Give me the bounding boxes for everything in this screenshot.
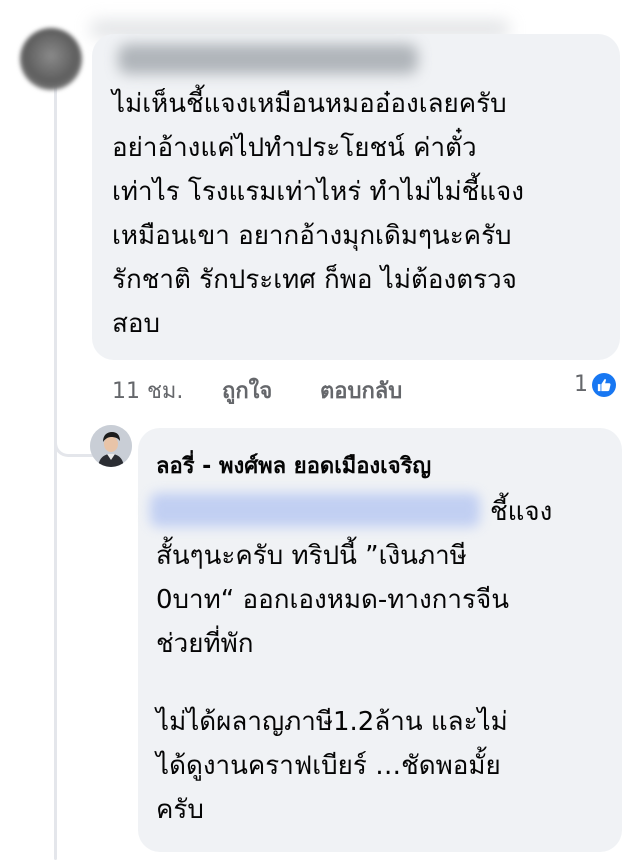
replier-avatar[interactable] (90, 425, 132, 467)
commenter-avatar[interactable] (20, 28, 82, 90)
comment-line: รักชาติ รักประเทศ ก็พอ ไม่ต้องตรวจ (112, 265, 517, 295)
comment-line: เท่าไร โรงแรมเท่าไหร่ ทำไม่ไม่ชี้แจง (112, 177, 524, 207)
reaction-count: 1 (574, 372, 588, 397)
reply-thread-connector (54, 415, 94, 457)
comment-body: ไม่เห็นชี้แจงเหมือนหมออ๋องเลยครับ อย่าอ้… (112, 82, 524, 346)
reply-line: ได้ดูงานคราฟเบียร์ …ชัดพอมั้ย (156, 751, 501, 781)
reply-body: สั้นๆนะครับ ทริปนี้ ”เงินภาษี 0บาท“ ออกเ… (156, 490, 509, 666)
comment-line: ไม่เห็นชี้แจงเหมือนหมออ๋องเลยครับ (112, 89, 507, 119)
comment-line: เหมือนเขา อยากอ้างมุกเดิมๆนะครับ (112, 221, 512, 251)
like-button[interactable]: ถูกใจ (222, 373, 272, 408)
comment-line: อย่าอ้างแค่ไปทำประโยชน์ ค่าตั๋ว (112, 133, 477, 163)
reply-line: 0บาท“ ออกเองหมด-ทางการจีน (156, 585, 509, 615)
reply-line: สั้นๆนะครับ ทริปนี้ ”เงินภาษี (156, 541, 467, 571)
comment-line: สอบ (112, 309, 160, 339)
reply-body-paragraph-2: ไม่ได้ผลาญภาษี1.2ล้าน และไม่ ได้ดูงานครา… (156, 700, 508, 832)
thread-line (54, 80, 57, 860)
reply-line: ไม่ได้ผลาญภาษี1.2ล้าน และไม่ (156, 707, 508, 737)
reply-author[interactable]: ลอรี่ - พงศ์พล ยอดเมืองเจริญ (156, 448, 431, 483)
reply-line: ครับ (156, 795, 204, 825)
thumbs-up-icon (592, 372, 616, 397)
reply-line: ช่วยที่พัก (156, 629, 254, 659)
blurred-commenter-name (118, 44, 418, 74)
comment-timestamp[interactable]: 11 ชม. (112, 373, 183, 408)
reply-button[interactable]: ตอบกลับ (320, 373, 402, 408)
reaction-summary[interactable]: 1 (574, 372, 616, 397)
